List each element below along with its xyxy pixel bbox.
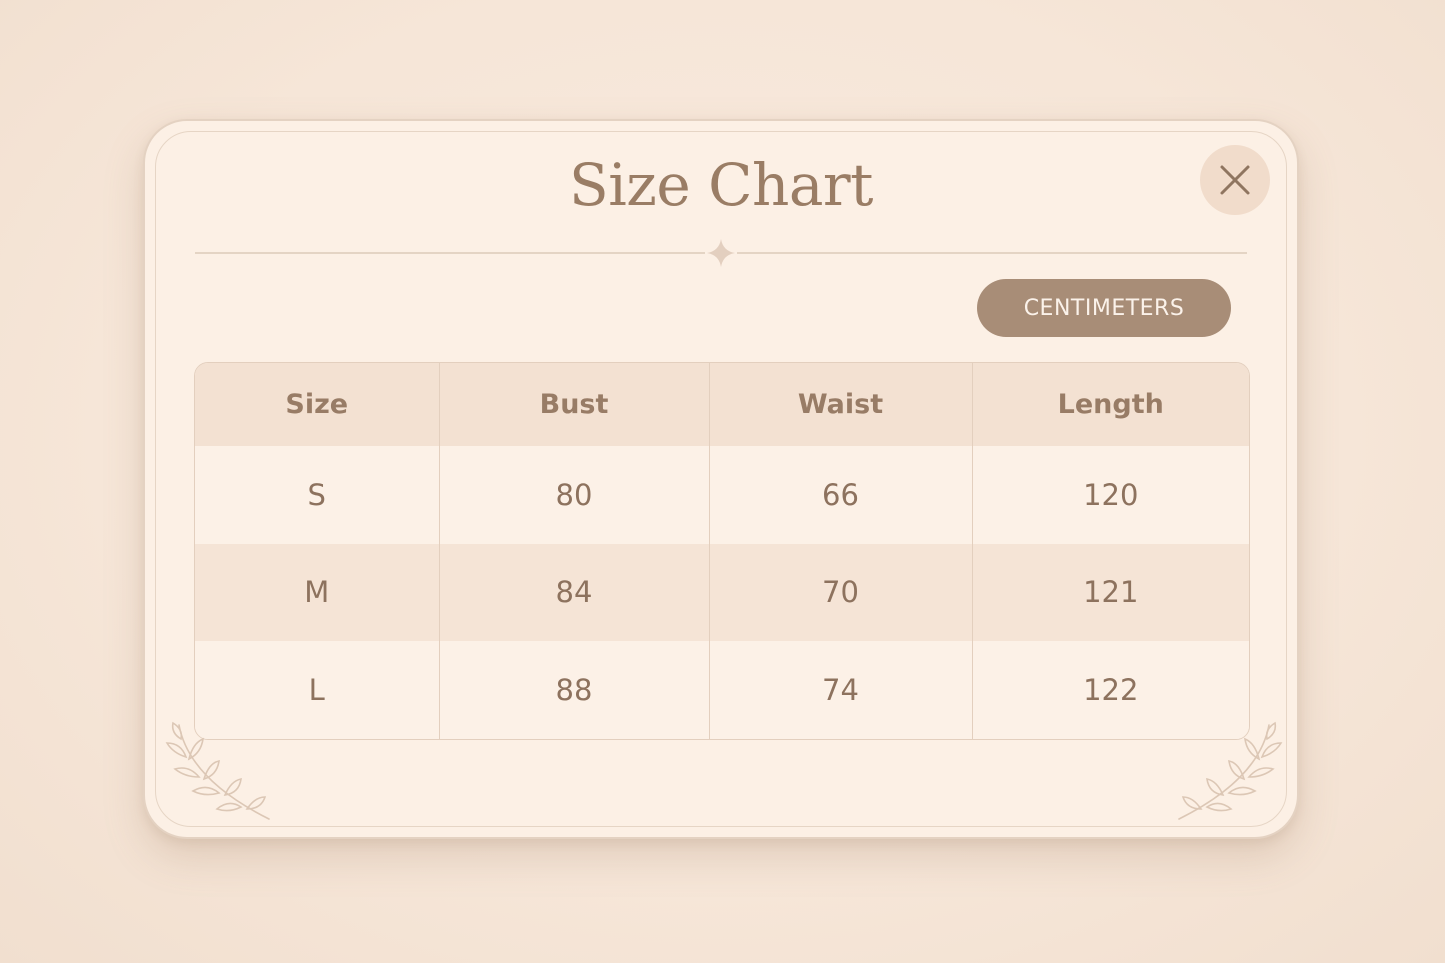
title-divider xyxy=(195,239,1247,267)
unit-toggle-button[interactable]: CENTIMETERS xyxy=(977,279,1231,337)
column-header-waist: Waist xyxy=(708,363,972,446)
table-cell: 88 xyxy=(438,641,709,739)
size-chart-modal: Size Chart CENTIMETERS Size Bust Waist L… xyxy=(143,119,1299,839)
column-header-length: Length xyxy=(971,363,1249,446)
table-row: M 84 70 121 xyxy=(195,543,1249,642)
table-cell: 84 xyxy=(438,543,709,642)
table-row: S 80 66 120 xyxy=(195,446,1249,544)
table-cell: M xyxy=(304,575,330,610)
leaf-branch-icon xyxy=(165,721,270,820)
table-cell: 70 xyxy=(708,543,972,642)
column-header-size: Size xyxy=(285,389,349,420)
close-button[interactable] xyxy=(1200,145,1270,215)
close-icon xyxy=(1220,165,1250,195)
size-table: Size Bust Waist Length S 80 66 120 M 84 … xyxy=(194,362,1250,740)
table-row: L 88 74 122 xyxy=(195,641,1249,739)
table-cell: S xyxy=(307,477,326,512)
table-cell: 66 xyxy=(708,446,972,544)
sparkle-icon xyxy=(707,239,735,267)
table-cell: 121 xyxy=(971,543,1249,642)
table-cell: 80 xyxy=(438,446,709,544)
table-header-row: Size Bust Waist Length xyxy=(195,363,1249,446)
modal-title: Size Chart xyxy=(569,151,873,219)
leaf-branch-icon xyxy=(1178,721,1283,820)
column-header-bust: Bust xyxy=(438,363,709,446)
table-cell: 74 xyxy=(708,641,972,739)
table-cell: 120 xyxy=(971,446,1249,544)
